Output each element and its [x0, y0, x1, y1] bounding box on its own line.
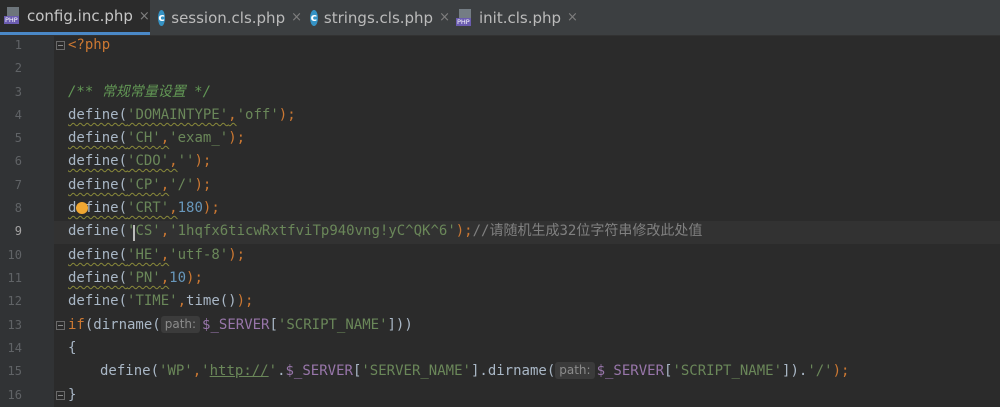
class-file-icon: c: [158, 9, 166, 26]
tab-init-cls-php[interactable]: PHP init.cls.php ×: [452, 0, 582, 35]
line-number: 6: [14, 154, 22, 168]
code-line-3[interactable]: /** 常规常量设置 */: [68, 81, 211, 104]
parameter-hint: path:: [555, 362, 595, 379]
line-number-current: 9: [14, 224, 22, 238]
fold-collapse-icon[interactable]: [56, 321, 65, 330]
line-number: 14: [7, 341, 22, 355]
code-line-12[interactable]: define('TIME',time());: [68, 290, 253, 313]
code-line-4[interactable]: define('DOMAINTYPE','off');: [68, 104, 296, 127]
code-line-15[interactable]: define('WP','http://'.$_SERVER['SERVER_N…: [100, 360, 849, 383]
parameter-hint: path:: [160, 316, 201, 333]
fold-collapse-icon[interactable]: [56, 41, 65, 50]
code-line-14[interactable]: {: [68, 337, 76, 360]
code-line-11[interactable]: define('PN',10);: [68, 267, 203, 290]
close-icon[interactable]: ×: [139, 9, 150, 24]
tab-label: init.cls.php: [479, 8, 562, 27]
tab-label: strings.cls.php: [323, 8, 434, 27]
line-number: 11: [7, 271, 22, 285]
tab-label: config.inc.php: [27, 7, 133, 25]
code-line-10[interactable]: define('HE','utf-8');: [68, 244, 245, 267]
line-number: 7: [14, 178, 22, 192]
code-line-9[interactable]: define('CS','1hqfx6ticwRxtfviTp940vng!yC…: [68, 220, 702, 243]
class-file-icon: c: [310, 9, 318, 26]
editor-tab-bar: PHP config.inc.php × c session.cls.php ×…: [0, 0, 1000, 36]
line-number: 8: [14, 201, 22, 215]
code-line-7[interactable]: define('CP','/');: [68, 174, 211, 197]
text-caret: [133, 225, 135, 241]
php-file-icon: PHP: [4, 7, 21, 25]
line-number-gutter: 1 2 3 4 5 6 7 8 9 10 11 12 13 14 15 16: [0, 36, 54, 407]
code-editor[interactable]: 1 2 3 4 5 6 7 8 9 10 11 12 13 14 15 16 <…: [0, 36, 1000, 407]
close-icon[interactable]: ×: [567, 10, 578, 25]
close-icon[interactable]: ×: [291, 10, 302, 25]
line-number: 1: [14, 38, 22, 52]
close-icon[interactable]: ×: [439, 10, 450, 25]
code-line-5[interactable]: define('CH','exam_');: [68, 127, 245, 150]
code-line-8[interactable]: define('CRT',180);: [68, 197, 220, 220]
line-number: 2: [14, 61, 22, 75]
code-line-16[interactable]: }: [68, 384, 76, 407]
line-number: 13: [7, 318, 22, 332]
code-line-1[interactable]: <?php: [68, 34, 110, 57]
tab-session-cls-php[interactable]: c session.cls.php ×: [152, 0, 302, 35]
intention-bulb-icon[interactable]: [76, 202, 88, 214]
line-number: 10: [7, 248, 22, 262]
fold-collapse-icon[interactable]: [56, 391, 65, 400]
tab-label: session.cls.php: [171, 8, 286, 27]
tab-config-inc-php[interactable]: PHP config.inc.php ×: [0, 0, 150, 35]
line-number: 16: [7, 388, 22, 402]
line-number: 12: [7, 294, 22, 308]
line-number: 4: [14, 108, 22, 122]
tab-strings-cls-php[interactable]: c strings.cls.php ×: [304, 0, 450, 35]
line-number: 15: [7, 364, 22, 378]
code-line-6[interactable]: define('CDO','');: [68, 150, 211, 173]
php-file-icon: PHP: [456, 8, 473, 27]
line-number: 3: [14, 85, 22, 99]
code-line-13[interactable]: if(dirname(path: $_SERVER['SCRIPT_NAME'])…: [68, 314, 413, 337]
line-number: 5: [14, 131, 22, 145]
